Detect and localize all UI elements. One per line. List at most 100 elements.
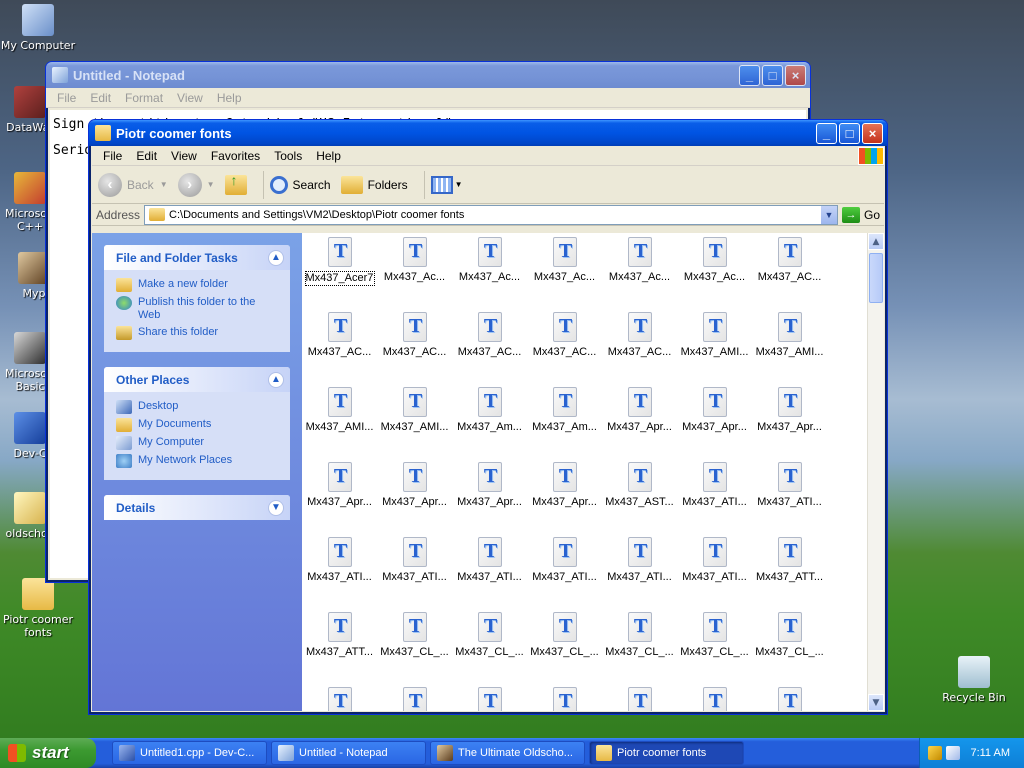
minimize-button[interactable]: _ [816, 122, 837, 144]
collapse-chevron-icon[interactable]: ▲ [268, 249, 284, 266]
task-publish-web[interactable]: Publish this folder to the Web [116, 296, 278, 322]
menu-edit[interactable]: Edit [129, 149, 164, 163]
font-file-item[interactable]: Mx437_Am... [527, 387, 602, 462]
font-file-item[interactable]: Mx437_AC... [452, 312, 527, 387]
place-my-computer[interactable]: My Computer [116, 436, 278, 450]
address-input[interactable]: C:\Documents and Settings\VM2\Desktop\Pi… [144, 204, 838, 225]
font-file-item[interactable] [377, 687, 452, 711]
maximize-button[interactable]: □ [762, 64, 783, 86]
menu-file[interactable]: File [96, 149, 129, 163]
font-file-item[interactable]: Mx437_ATI... [677, 537, 752, 612]
menu-edit[interactable]: Edit [83, 91, 118, 105]
font-file-item[interactable]: Mx437_Apr... [752, 387, 827, 462]
scroll-up-arrow-icon[interactable]: ▲ [868, 233, 884, 250]
font-file-item[interactable]: Mx437_AC... [302, 312, 377, 387]
font-file-item[interactable]: Mx437_CL_... [602, 612, 677, 687]
maximize-button[interactable]: □ [839, 122, 860, 144]
menu-file[interactable]: File [50, 91, 83, 105]
task-make-new-folder[interactable]: Make a new folder [116, 278, 278, 292]
search-button[interactable]: Search [269, 175, 331, 194]
vertical-scrollbar[interactable]: ▲ ▼ [867, 233, 884, 711]
menu-favorites[interactable]: Favorites [204, 149, 267, 163]
font-file-item[interactable]: Mx437_AC... [377, 312, 452, 387]
font-file-item[interactable]: Mx437_CL_... [677, 612, 752, 687]
font-file-item[interactable]: Mx437_CL_... [452, 612, 527, 687]
explorer-titlebar[interactable]: Piotr coomer fonts _ □ × [89, 120, 887, 146]
font-file-item[interactable]: Mx437_Apr... [527, 462, 602, 537]
menu-help[interactable]: Help [210, 91, 249, 105]
scrollbar-thumb[interactable] [869, 253, 883, 303]
speaker-icon[interactable] [946, 746, 961, 760]
start-button[interactable]: start [0, 738, 96, 768]
font-file-item[interactable]: Mx437_CL_... [752, 612, 827, 687]
panel-header[interactable]: Other Places ▲ [104, 367, 290, 392]
font-file-item[interactable]: Mx437_AC... [602, 312, 677, 387]
font-file-item[interactable]: Mx437_AC... [527, 312, 602, 387]
font-file-item[interactable]: Mx437_ATT... [302, 612, 377, 687]
address-dropdown-button[interactable]: ▼ [820, 205, 837, 224]
font-file-item[interactable] [677, 687, 752, 711]
font-file-item[interactable]: Mx437_Apr... [302, 462, 377, 537]
font-file-item[interactable]: Mx437_Ac... [452, 237, 527, 312]
go-button[interactable]: → Go [841, 206, 880, 223]
menu-view[interactable]: View [164, 149, 204, 163]
expand-chevron-icon[interactable]: ▼ [268, 499, 284, 516]
font-file-item[interactable]: Mx437_AST... [602, 462, 677, 537]
font-file-item[interactable]: Mx437_Ac... [677, 237, 752, 312]
panel-header[interactable]: Details ▼ [104, 495, 290, 520]
security-shield-icon[interactable] [928, 746, 943, 760]
font-file-item[interactable]: Mx437_Apr... [377, 462, 452, 537]
back-button[interactable]: ‹ Back ▼ [98, 172, 168, 197]
minimize-button[interactable]: _ [739, 64, 760, 86]
forward-button[interactable]: › ▼ [177, 172, 215, 197]
menu-tools[interactable]: Tools [267, 149, 309, 163]
font-file-item[interactable]: Mx437_AMI... [377, 387, 452, 462]
font-file-item[interactable]: Mx437_ATI... [752, 462, 827, 537]
font-file-item[interactable]: Mx437_CL_... [377, 612, 452, 687]
font-file-item[interactable] [527, 687, 602, 711]
up-folder-button[interactable]: ↑ [224, 172, 247, 195]
font-file-item[interactable]: Mx437_ATI... [452, 537, 527, 612]
task-share-folder[interactable]: Share this folder [116, 326, 278, 340]
taskbar-item-notepad[interactable]: Untitled - Notepad [271, 741, 426, 765]
font-file-item[interactable]: Mx437_AC... [752, 237, 827, 312]
views-button[interactable]: ▼ [430, 175, 463, 194]
font-file-item[interactable]: Mx437_AMI... [302, 387, 377, 462]
desktop-icon-recycle-bin[interactable]: Recycle Bin [936, 656, 1012, 704]
font-file-item[interactable] [302, 687, 377, 711]
desktop-icon-my-computer[interactable]: My Computer [0, 4, 76, 52]
font-file-item[interactable] [602, 687, 677, 711]
notepad-titlebar[interactable]: Untitled - Notepad _ □ × [46, 62, 810, 88]
menu-help[interactable]: Help [309, 149, 348, 163]
desktop-icon-piotr-fonts[interactable]: Piotr coomer fonts [0, 578, 76, 639]
font-file-item[interactable]: Mx437_Ac... [377, 237, 452, 312]
collapse-chevron-icon[interactable]: ▲ [268, 371, 284, 388]
taskbar-item-piotr-fonts[interactable]: Piotr coomer fonts [589, 741, 744, 765]
font-file-item[interactable]: Mx437_Ac... [527, 237, 602, 312]
taskbar-item-oldschool[interactable]: The Ultimate Oldscho... [430, 741, 585, 765]
font-file-item[interactable]: Mx437_Apr... [602, 387, 677, 462]
font-file-item[interactable] [452, 687, 527, 711]
menu-format[interactable]: Format [118, 91, 170, 105]
scroll-down-arrow-icon[interactable]: ▼ [868, 694, 884, 711]
font-file-item[interactable]: Mx437_Am... [452, 387, 527, 462]
place-network[interactable]: My Network Places [116, 454, 278, 468]
clock[interactable]: 7:11 AM [970, 747, 1010, 759]
font-file-item[interactable]: Mx437_Ac... [602, 237, 677, 312]
font-file-item[interactable]: Mx437_ATI... [677, 462, 752, 537]
font-file-item[interactable]: Mx437_ATI... [602, 537, 677, 612]
taskbar-item-devcpp[interactable]: Untitled1.cpp - Dev-C... [112, 741, 267, 765]
font-file-item[interactable] [752, 687, 827, 711]
font-file-item[interactable]: Mx437_Acer710_CGA [302, 237, 377, 312]
font-file-item[interactable]: Mx437_AMI... [752, 312, 827, 387]
font-file-item[interactable]: Mx437_Apr... [677, 387, 752, 462]
font-file-item[interactable]: Mx437_ATI... [302, 537, 377, 612]
font-file-item[interactable]: Mx437_Apr... [452, 462, 527, 537]
font-file-item[interactable]: Mx437_AMI... [677, 312, 752, 387]
font-file-item[interactable]: Mx437_CL_... [527, 612, 602, 687]
panel-header[interactable]: File and Folder Tasks ▲ [104, 245, 290, 270]
place-my-documents[interactable]: My Documents [116, 418, 278, 432]
close-button[interactable]: × [862, 122, 883, 144]
font-file-item[interactable]: Mx437_ATI... [377, 537, 452, 612]
close-button[interactable]: × [785, 64, 806, 86]
